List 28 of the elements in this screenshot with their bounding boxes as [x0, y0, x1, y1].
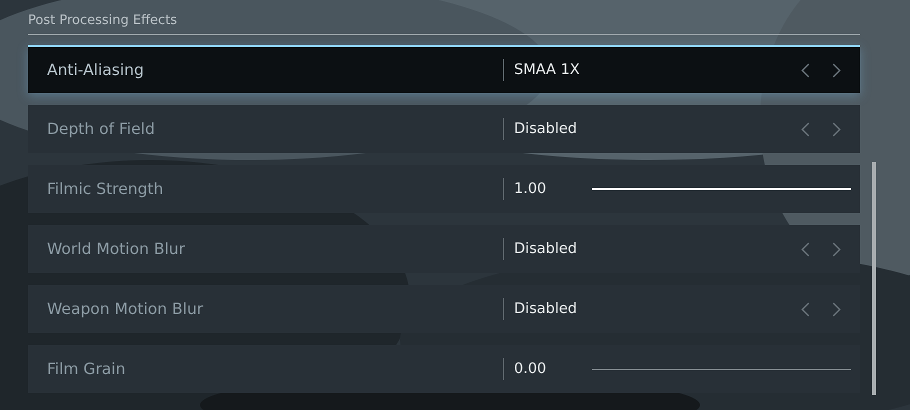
chevron-right-icon[interactable] — [832, 242, 841, 256]
setting-value: 1.00 — [503, 178, 592, 200]
chevron-left-icon[interactable] — [801, 242, 810, 256]
chevron-left-icon[interactable] — [801, 302, 810, 316]
setting-value: Disabled — [503, 298, 592, 320]
chevron-left-icon[interactable] — [801, 62, 810, 78]
setting-row[interactable]: Filmic Strength 1.00 — [28, 165, 860, 213]
setting-row[interactable]: Anti-Aliasing SMAA 1X — [28, 45, 860, 93]
section-title: Post Processing Effects — [28, 13, 178, 30]
setting-label: Depth of Field — [46, 120, 156, 138]
setting-value: 0.00 — [503, 358, 592, 380]
setting-value: SMAA 1X — [503, 59, 592, 81]
setting-row[interactable]: World Motion Blur Disabled — [28, 225, 860, 273]
chevron-left-icon[interactable] — [801, 122, 810, 136]
chevron-right-icon[interactable] — [832, 302, 841, 316]
setting-value: Disabled — [503, 238, 592, 260]
setting-row[interactable]: Weapon Motion Blur Disabled — [28, 285, 860, 333]
setting-row[interactable]: Depth of Field Disabled — [28, 105, 860, 153]
setting-label: Weapon Motion Blur — [46, 300, 204, 318]
chevron-right-icon[interactable] — [832, 122, 841, 136]
setting-value: Disabled — [503, 118, 592, 140]
chevron-right-icon[interactable] — [832, 62, 841, 78]
setting-row[interactable]: Film Grain 0.00 — [28, 345, 860, 393]
setting-label: Anti-Aliasing — [46, 61, 145, 79]
setting-label: World Motion Blur — [46, 240, 186, 258]
setting-label: Film Grain — [46, 360, 126, 378]
setting-label: Filmic Strength — [46, 180, 164, 198]
scrollbar[interactable] — [872, 162, 876, 395]
